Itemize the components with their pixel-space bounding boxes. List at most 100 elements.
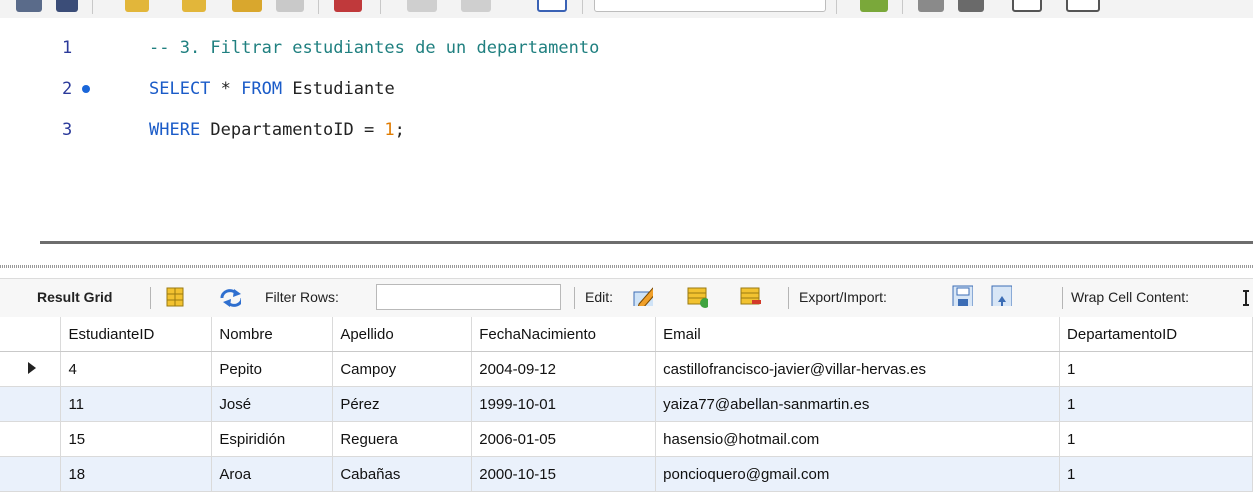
sql-terminator: ; — [394, 120, 405, 140]
sql-statement: SELECT * FROM Estudiante — [149, 72, 395, 106]
table-cell[interactable]: hasensio@hotmail.com — [655, 421, 1061, 457]
row-indicator-header — [0, 317, 62, 352]
insert-row-icon[interactable] — [686, 286, 708, 308]
toolbar-separator — [1062, 287, 1063, 309]
table-cell[interactable]: 2004-09-12 — [471, 351, 657, 387]
table-row[interactable]: 4 Pepito Campoy 2004-09-12 castillofranc… — [0, 351, 1253, 387]
toolbar-wrap-icon[interactable] — [1012, 0, 1042, 12]
table-cell[interactable]: 15 — [60, 421, 213, 457]
toolbar-autocommit-icon[interactable] — [334, 0, 362, 12]
editor-toolbar — [0, 0, 1253, 18]
column-header[interactable]: FechaNacimiento — [471, 317, 657, 352]
column-header[interactable]: Nombre — [211, 317, 334, 352]
table-cell[interactable]: José — [211, 386, 334, 422]
refresh-icon[interactable] — [219, 288, 241, 310]
table-cell[interactable]: Aroa — [211, 456, 334, 492]
toolbar-separator — [902, 0, 903, 14]
limit-rows-dropdown[interactable] — [594, 0, 826, 12]
statement-marker-icon — [82, 85, 90, 93]
table-cell[interactable]: Pérez — [332, 386, 473, 422]
current-row-arrow-icon — [28, 361, 37, 374]
table-cell[interactable]: 11 — [60, 386, 213, 422]
column-header[interactable]: DepartamentoID — [1059, 317, 1253, 352]
sql-number: 1 — [384, 120, 395, 140]
sql-table-name: Estudiante — [282, 79, 395, 99]
toolbar-separator — [836, 0, 837, 14]
table-row[interactable]: 11 José Pérez 1999-10-01 yaiza77@abellan… — [0, 386, 1253, 422]
sql-editor[interactable]: 1 -- 3. Filtrar estudiantes de un depart… — [0, 18, 1253, 233]
toolbar-stop-icon[interactable] — [276, 0, 304, 12]
code-line-1: 1 -- 3. Filtrar estudiantes de un depart… — [0, 31, 1253, 65]
edit-row-icon[interactable] — [631, 284, 653, 306]
delete-row-icon[interactable] — [739, 286, 761, 308]
toolbar-separator — [582, 0, 583, 14]
wrap-text-icon[interactable] — [1241, 289, 1253, 311]
toolbar-beautify-icon[interactable] — [860, 0, 888, 12]
line-number: 3 — [62, 120, 73, 140]
toolbar-toggle-icon[interactable] — [537, 0, 567, 12]
table-cell[interactable]: 18 — [60, 456, 213, 492]
toolbar-separator — [380, 0, 381, 14]
column-header[interactable]: Apellido — [332, 317, 473, 352]
toolbar-commit-icon[interactable] — [407, 0, 437, 12]
result-grid-tab[interactable]: Result Grid — [37, 289, 112, 305]
table-cell[interactable]: poncioquero@gmail.com — [655, 456, 1061, 492]
column-header[interactable]: Email — [655, 317, 1061, 352]
table-cell[interactable]: 1 — [1059, 421, 1253, 457]
table-cell[interactable]: yaiza77@abellan-sanmartin.es — [655, 386, 1061, 422]
table-cell[interactable]: 1 — [1059, 351, 1253, 387]
current-row-indicator[interactable] — [0, 351, 62, 387]
sql-statement: WHERE DepartamentoID = 1; — [149, 113, 405, 147]
row-indicator[interactable] — [0, 421, 62, 457]
table-cell[interactable]: Espiridión — [211, 421, 334, 457]
toolbar-rollback-icon[interactable] — [461, 0, 491, 12]
toolbar-open-icon[interactable] — [16, 0, 42, 12]
result-toolbar: Result Grid Filter Rows: Edit: Export/Im… — [0, 278, 1253, 318]
sql-keyword: SELECT — [149, 79, 211, 99]
edit-label: Edit: — [585, 289, 614, 305]
import-icon[interactable] — [990, 284, 1012, 306]
table-cell[interactable]: 1 — [1059, 456, 1253, 492]
toolbar-snippets-icon[interactable] — [1066, 0, 1100, 12]
sql-operator: * — [210, 79, 242, 99]
line-number: 1 — [62, 38, 73, 58]
editor-splitter[interactable] — [40, 241, 1253, 244]
table-cell[interactable]: Pepito — [211, 351, 334, 387]
sql-keyword: WHERE — [149, 120, 201, 140]
filter-rows-input[interactable] — [376, 284, 561, 310]
table-cell[interactable]: 1 — [1059, 386, 1253, 422]
toolbar-execute-current-icon[interactable] — [182, 0, 206, 12]
toolbar-separator — [150, 287, 151, 309]
table-cell[interactable]: 2006-01-05 — [471, 421, 657, 457]
filter-rows-label: Filter Rows: — [265, 289, 339, 305]
table-cell[interactable]: castillofrancisco-javier@villar-hervas.e… — [655, 351, 1061, 387]
code-line-3: 3 WHERE DepartamentoID = 1; — [0, 113, 1253, 147]
toolbar-explain-icon[interactable] — [232, 0, 262, 12]
toolbar-separator — [92, 0, 93, 14]
table-cell[interactable]: 2000-10-15 — [471, 456, 657, 492]
table-cell[interactable]: Reguera — [332, 421, 473, 457]
toolbar-execute-icon[interactable] — [125, 0, 149, 12]
toolbar-invisible-chars-icon[interactable] — [958, 0, 984, 12]
result-grid[interactable]: EstudianteID Nombre Apellido FechaNacimi… — [0, 317, 1253, 492]
table-cell[interactable]: Campoy — [332, 351, 473, 387]
table-cell[interactable]: 4 — [60, 351, 213, 387]
toolbar-save-icon[interactable] — [56, 0, 78, 12]
toolbar-separator — [318, 0, 319, 14]
table-cell[interactable]: Cabañas — [332, 456, 473, 492]
table-cell[interactable]: 1999-10-01 — [471, 386, 657, 422]
table-row[interactable]: 18 Aroa Cabañas 2000-10-15 poncioquero@g… — [0, 456, 1253, 492]
line-number: 2 — [62, 79, 73, 99]
grid-layout-icon[interactable] — [165, 286, 187, 308]
row-indicator[interactable] — [0, 386, 62, 422]
toolbar-find-icon[interactable] — [918, 0, 944, 12]
toolbar-separator — [574, 287, 575, 309]
sql-condition: DepartamentoID = — [200, 120, 385, 140]
toolbar-separator — [788, 287, 789, 309]
column-header[interactable]: EstudianteID — [60, 317, 213, 352]
grid-header-row: EstudianteID Nombre Apellido FechaNacimi… — [0, 317, 1253, 352]
export-icon[interactable] — [951, 284, 973, 306]
table-row[interactable]: 15 Espiridión Reguera 2006-01-05 hasensi… — [0, 421, 1253, 457]
row-indicator[interactable] — [0, 456, 62, 492]
panel-resize-handle[interactable] — [0, 265, 1253, 268]
